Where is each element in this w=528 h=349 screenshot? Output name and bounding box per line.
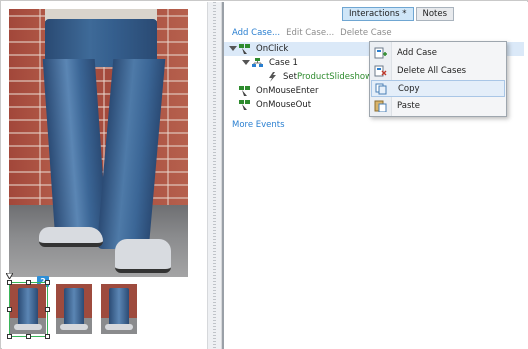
delete-all-cases-icon [374, 65, 387, 77]
action-verb: Set [283, 72, 297, 82]
collapse-arrow-icon[interactable] [242, 60, 250, 65]
panel-tabs: Interactions * Notes [342, 7, 455, 21]
add-case-link[interactable]: Add Case... [232, 28, 280, 38]
collapse-arrow-icon[interactable] [229, 46, 237, 51]
menu-item-label: Copy [398, 84, 420, 94]
action-target: ProductSlideshow t [297, 72, 379, 82]
event-label: OnMouseEnter [256, 86, 319, 96]
resize-handle[interactable] [7, 334, 12, 339]
event-label: OnMouseOut [256, 100, 312, 110]
tab-notes[interactable]: Notes [415, 7, 455, 21]
resize-handle[interactable] [26, 280, 31, 285]
more-events-link[interactable]: More Events [232, 120, 285, 130]
tab-interactions[interactable]: Interactions * [342, 7, 414, 21]
thumbnail-2[interactable] [56, 284, 92, 334]
resize-handle[interactable] [45, 334, 50, 339]
design-canvas[interactable]: 2 [2, 2, 207, 349]
product-main-image[interactable] [9, 9, 188, 277]
case-toolbar: Add Case... Edit Case... Delete Case [232, 28, 392, 38]
resize-handle[interactable] [45, 280, 50, 285]
event-icon [239, 44, 250, 54]
thumbnail-selection-box[interactable] [7, 280, 50, 339]
pane-splitter[interactable] [207, 2, 222, 349]
lightning-icon [269, 72, 276, 82]
resize-handle[interactable] [45, 307, 50, 312]
edit-case-link[interactable]: Edit Case... [286, 28, 334, 38]
event-icon [239, 86, 250, 96]
anchor-icon [6, 273, 13, 279]
menu-item-label: Add Case [397, 48, 437, 58]
paste-icon [374, 100, 387, 112]
context-menu: Add Case Delete All Cases Copy Paste [369, 41, 507, 117]
thumbnail-strip [7, 280, 144, 339]
add-case-icon [374, 47, 387, 59]
menu-item-paste[interactable]: Paste [371, 98, 505, 115]
copy-icon [375, 83, 387, 95]
case-label: Case 1 [269, 58, 298, 68]
menu-item-copy[interactable]: Copy [371, 80, 505, 97]
resize-handle[interactable] [26, 334, 31, 339]
event-label: OnClick [256, 44, 289, 54]
delete-case-link[interactable]: Delete Case [340, 28, 391, 38]
resize-handle[interactable] [7, 280, 12, 285]
menu-item-delete-all-cases[interactable]: Delete All Cases [371, 63, 505, 80]
resize-handle[interactable] [7, 307, 12, 312]
menu-item-add-case[interactable]: Add Case [371, 45, 505, 62]
thumbnail-3[interactable] [101, 284, 137, 334]
case-icon [252, 58, 263, 67]
menu-item-label: Delete All Cases [397, 66, 467, 76]
app-window: 2 Interactions * Notes Add Case... Edit … [0, 0, 528, 349]
menu-item-label: Paste [397, 101, 420, 111]
event-icon [239, 100, 250, 110]
